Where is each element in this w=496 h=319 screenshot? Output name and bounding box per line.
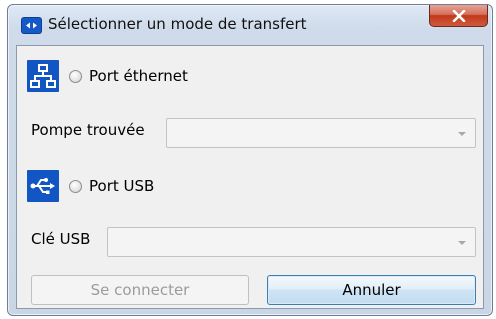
usb-radio[interactable]: Port USB <box>69 177 154 195</box>
dialog-content: Port éthernet Pompe trouvée Port USB Clé… <box>16 45 484 309</box>
usb-key-label: Clé USB <box>31 230 91 248</box>
window-title: Sélectionner un mode de transfert <box>48 15 307 33</box>
usb-key-select[interactable] <box>107 227 476 257</box>
ethernet-radio[interactable]: Port éthernet <box>69 67 188 85</box>
pump-found-label: Pompe trouvée <box>31 121 145 139</box>
close-button[interactable] <box>429 5 488 27</box>
usb-radio-circle[interactable] <box>69 179 82 193</box>
dialog-window: Sélectionner un mode de transfert Port é… <box>7 4 493 316</box>
cancel-button[interactable]: Annuler <box>267 275 476 305</box>
pump-select[interactable] <box>166 118 476 148</box>
ethernet-radio-label: Port éthernet <box>89 67 188 85</box>
network-icon <box>27 60 59 92</box>
usb-radio-label: Port USB <box>89 177 155 195</box>
chevron-down-icon <box>458 241 466 245</box>
app-transfer-icon <box>22 18 41 33</box>
close-icon <box>452 10 466 22</box>
ethernet-radio-circle[interactable] <box>69 69 82 83</box>
chevron-down-icon <box>458 132 466 136</box>
usb-icon <box>27 170 59 202</box>
title-bar[interactable]: Sélectionner un mode de transfert <box>8 5 492 45</box>
connect-button[interactable]: Se connecter <box>31 275 249 305</box>
